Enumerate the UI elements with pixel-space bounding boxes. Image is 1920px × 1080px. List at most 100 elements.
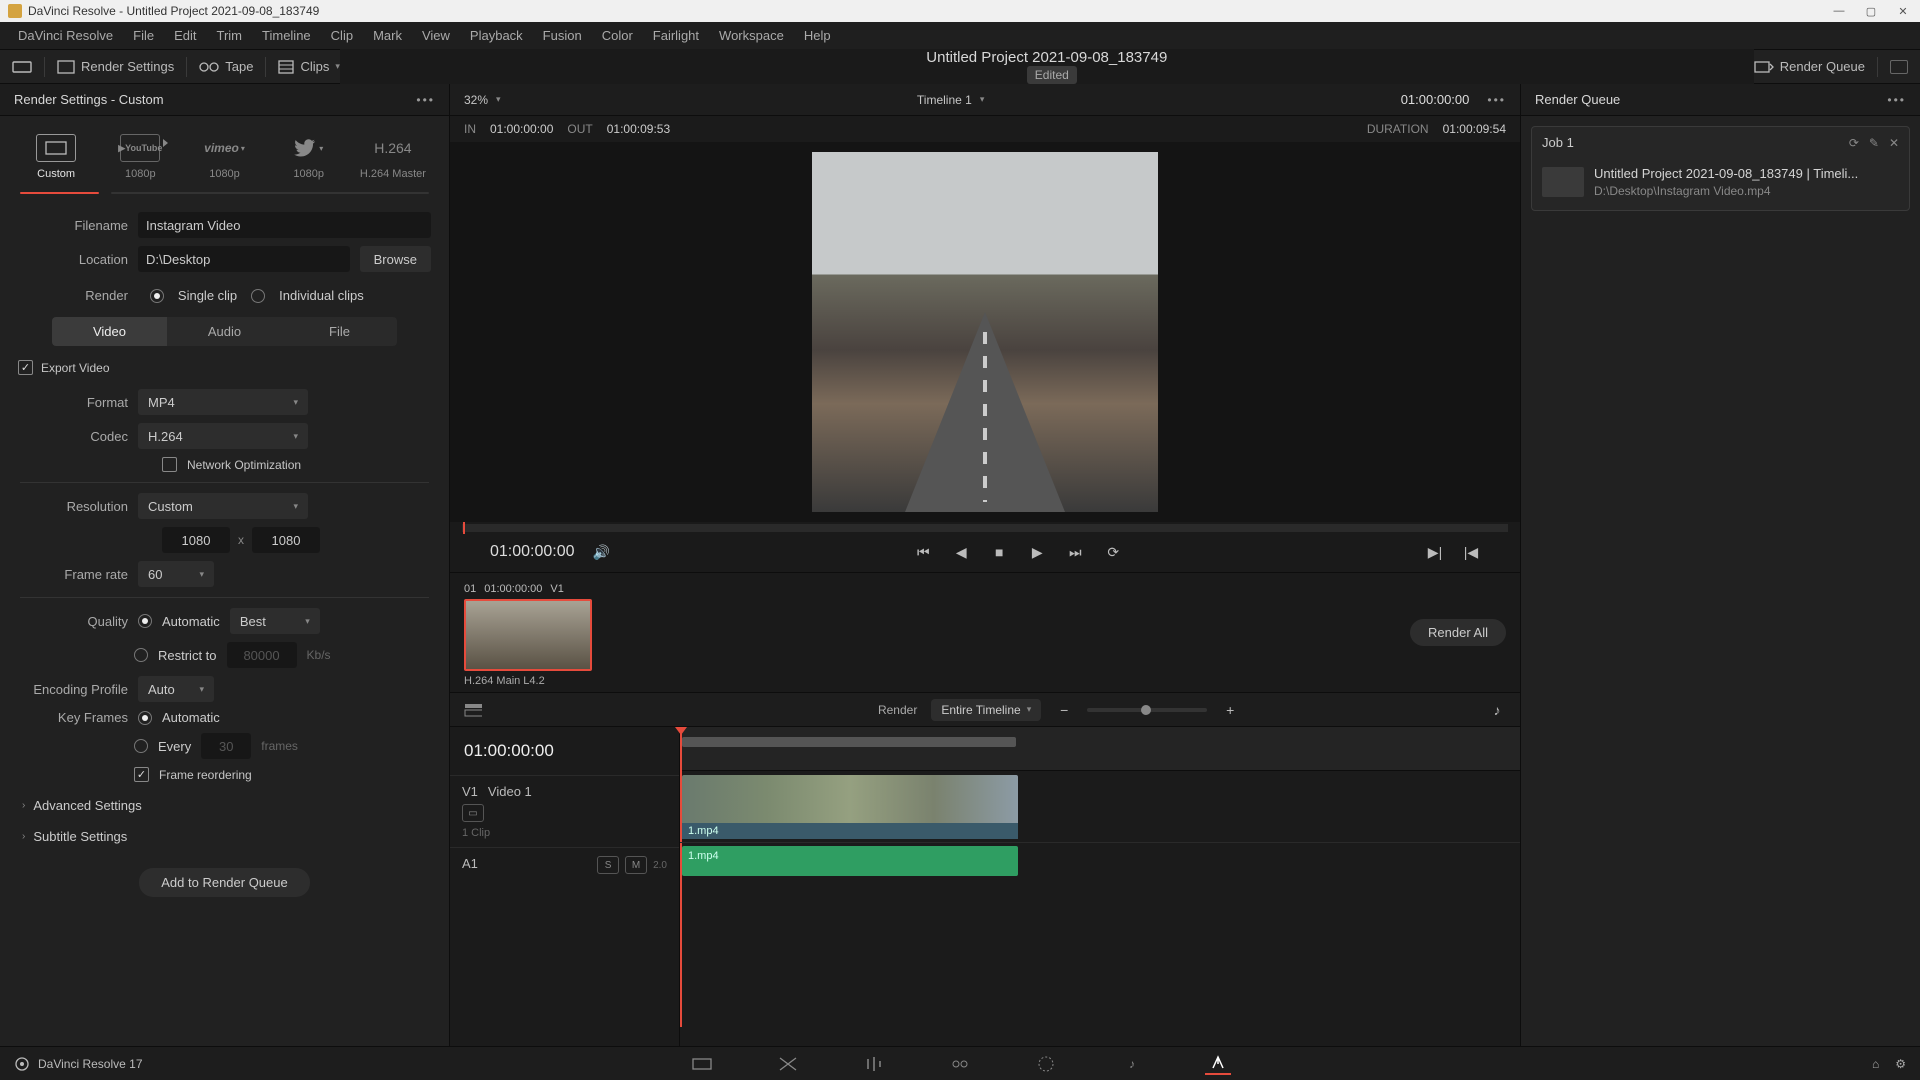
volume-icon[interactable]: 🔊 xyxy=(593,543,611,561)
workspace-check[interactable] xyxy=(1890,60,1908,74)
tab-audio[interactable]: Audio xyxy=(167,317,282,346)
a1-track-header[interactable]: A1 S M 2.0 xyxy=(450,847,679,887)
render-scope-dropdown[interactable]: Entire Timeline▾ xyxy=(931,699,1041,721)
viewer-options-menu[interactable]: ••• xyxy=(1487,93,1506,107)
menu-clip[interactable]: Clip xyxy=(321,28,363,43)
res-width-input[interactable] xyxy=(162,527,230,553)
maximize-button[interactable]: ▢ xyxy=(1862,4,1880,18)
menu-mark[interactable]: Mark xyxy=(363,28,412,43)
subtitle-settings-expand[interactable]: ›Subtitle Settings xyxy=(12,821,437,852)
individual-clips-radio[interactable] xyxy=(251,289,265,303)
timeline-view-options[interactable] xyxy=(464,701,482,719)
menu-view[interactable]: View xyxy=(412,28,460,43)
timeline-ruler[interactable] xyxy=(680,727,1520,771)
timeline-name[interactable]: Timeline 1 xyxy=(917,93,972,107)
menu-timeline[interactable]: Timeline xyxy=(252,28,321,43)
menu-fairlight[interactable]: Fairlight xyxy=(643,28,709,43)
color-page-tab[interactable] xyxy=(1033,1053,1059,1075)
render-queue-toggle[interactable]: Render Queue xyxy=(1754,59,1865,74)
viewer-timecode[interactable]: 01:00:00:00 xyxy=(1401,92,1470,107)
step-back-button[interactable]: ◀ xyxy=(952,543,970,561)
clips-toggle[interactable]: Clips ▾ xyxy=(278,59,339,74)
viewer-canvas[interactable] xyxy=(450,142,1520,522)
filename-input[interactable] xyxy=(138,212,431,238)
tape-toggle[interactable]: Tape xyxy=(199,59,253,74)
render-settings-options[interactable]: ••• xyxy=(416,93,435,107)
render-job[interactable]: Job 1 ⟳ ✎ ✕ Untitled Project 2021-09-08_… xyxy=(1531,126,1910,211)
restrict-radio[interactable] xyxy=(134,648,148,662)
menu-file[interactable]: File xyxy=(123,28,164,43)
fps-dropdown[interactable]: 60▾ xyxy=(138,561,214,587)
resolution-dropdown[interactable]: Custom▾ xyxy=(138,493,308,519)
zoom-value[interactable]: 32% xyxy=(464,93,488,107)
job-close-icon[interactable]: ✕ xyxy=(1889,136,1899,150)
location-input[interactable] xyxy=(138,246,350,272)
preset-twitter[interactable]: ▾ 1080p xyxy=(269,128,349,186)
audio-mixer-icon[interactable]: ♪ xyxy=(1488,701,1506,719)
add-to-render-queue-button[interactable]: Add to Render Queue xyxy=(139,868,309,897)
a1-solo[interactable]: S xyxy=(597,856,619,874)
a1-mute[interactable]: M xyxy=(625,856,647,874)
zoom-out-button[interactable]: − xyxy=(1055,701,1073,719)
preset-h264[interactable]: H.264 H.264 Master xyxy=(353,128,433,186)
render-settings-toggle[interactable]: Render Settings xyxy=(57,59,174,74)
tab-video[interactable]: Video xyxy=(52,317,167,346)
menu-workspace[interactable]: Workspace xyxy=(709,28,794,43)
preset-custom[interactable]: Custom xyxy=(16,128,96,186)
preset-youtube[interactable]: ▶YouTube 1080p xyxy=(100,128,180,186)
zoom-in-button[interactable]: + xyxy=(1221,701,1239,719)
res-height-input[interactable] xyxy=(252,527,320,553)
home-icon[interactable]: ⌂ xyxy=(1872,1057,1879,1071)
single-clip-radio[interactable] xyxy=(150,289,164,303)
quality-auto-radio[interactable] xyxy=(138,614,152,628)
advanced-settings-expand[interactable]: ›Advanced Settings xyxy=(12,790,437,821)
go-first-button[interactable]: ⏮ xyxy=(914,543,932,561)
preset-vimeo[interactable]: vimeo▾ 1080p xyxy=(184,128,264,186)
v1-lock[interactable]: ▭ xyxy=(462,804,484,822)
encoding-profile-dropdown[interactable]: Auto▾ xyxy=(138,676,214,702)
menu-playback[interactable]: Playback xyxy=(460,28,533,43)
transport-timecode[interactable]: 01:00:00:00 xyxy=(490,543,575,561)
zoom-slider[interactable] xyxy=(1087,708,1207,712)
quality-best-dropdown[interactable]: Best▾ xyxy=(230,608,320,634)
next-clip-button[interactable]: ▶| xyxy=(1426,543,1444,561)
tab-file[interactable]: File xyxy=(282,317,397,346)
cut-page-tab[interactable] xyxy=(775,1053,801,1075)
frame-reorder-check[interactable] xyxy=(134,767,149,782)
network-opt-check[interactable] xyxy=(162,457,177,472)
stop-button[interactable]: ■ xyxy=(990,543,1008,561)
edit-page-tab[interactable] xyxy=(861,1053,887,1075)
export-video-check[interactable] xyxy=(18,360,33,375)
go-last-button[interactable]: ⏭ xyxy=(1066,543,1084,561)
video-clip[interactable]: 1.mp4 xyxy=(682,775,1018,839)
kf-every-radio[interactable] xyxy=(134,739,148,753)
menu-help[interactable]: Help xyxy=(794,28,841,43)
settings-gear-icon[interactable]: ⚙ xyxy=(1895,1057,1906,1071)
kf-auto-radio[interactable] xyxy=(138,711,152,725)
deliver-page-tab[interactable] xyxy=(1205,1053,1231,1075)
close-button[interactable]: ✕ xyxy=(1894,4,1912,18)
codec-dropdown[interactable]: H.264▾ xyxy=(138,423,308,449)
minimize-button[interactable]: — xyxy=(1830,4,1848,18)
menu-edit[interactable]: Edit xyxy=(164,28,206,43)
render-queue-options[interactable]: ••• xyxy=(1887,93,1906,107)
prev-clip-button[interactable]: |◀ xyxy=(1462,543,1480,561)
render-all-button-top[interactable]: Render All xyxy=(1410,619,1506,646)
fusion-page-tab[interactable] xyxy=(947,1053,973,1075)
clip-thumbnail[interactable]: 01 01:00:00:00 V1 H.264 Main L4.2 xyxy=(464,583,592,687)
browse-button[interactable]: Browse xyxy=(360,246,431,272)
format-dropdown[interactable]: MP4▾ xyxy=(138,389,308,415)
play-button[interactable]: ▶ xyxy=(1028,543,1046,561)
menu-davinci[interactable]: DaVinci Resolve xyxy=(8,28,123,43)
media-page-tab[interactable] xyxy=(689,1053,715,1075)
deliver-page-icon[interactable] xyxy=(12,59,32,75)
menu-fusion[interactable]: Fusion xyxy=(533,28,592,43)
v1-track-header[interactable]: V1Video 1 ▭ 1 Clip xyxy=(450,775,679,847)
audio-clip[interactable]: 1.mp4 xyxy=(682,846,1018,876)
scrub-bar[interactable] xyxy=(462,524,1508,532)
job-edit-icon[interactable]: ✎ xyxy=(1869,136,1879,150)
menu-color[interactable]: Color xyxy=(592,28,643,43)
fairlight-page-tab[interactable]: ♪ xyxy=(1119,1053,1145,1075)
loop-button[interactable]: ⟳ xyxy=(1104,543,1122,561)
menu-trim[interactable]: Trim xyxy=(207,28,253,43)
